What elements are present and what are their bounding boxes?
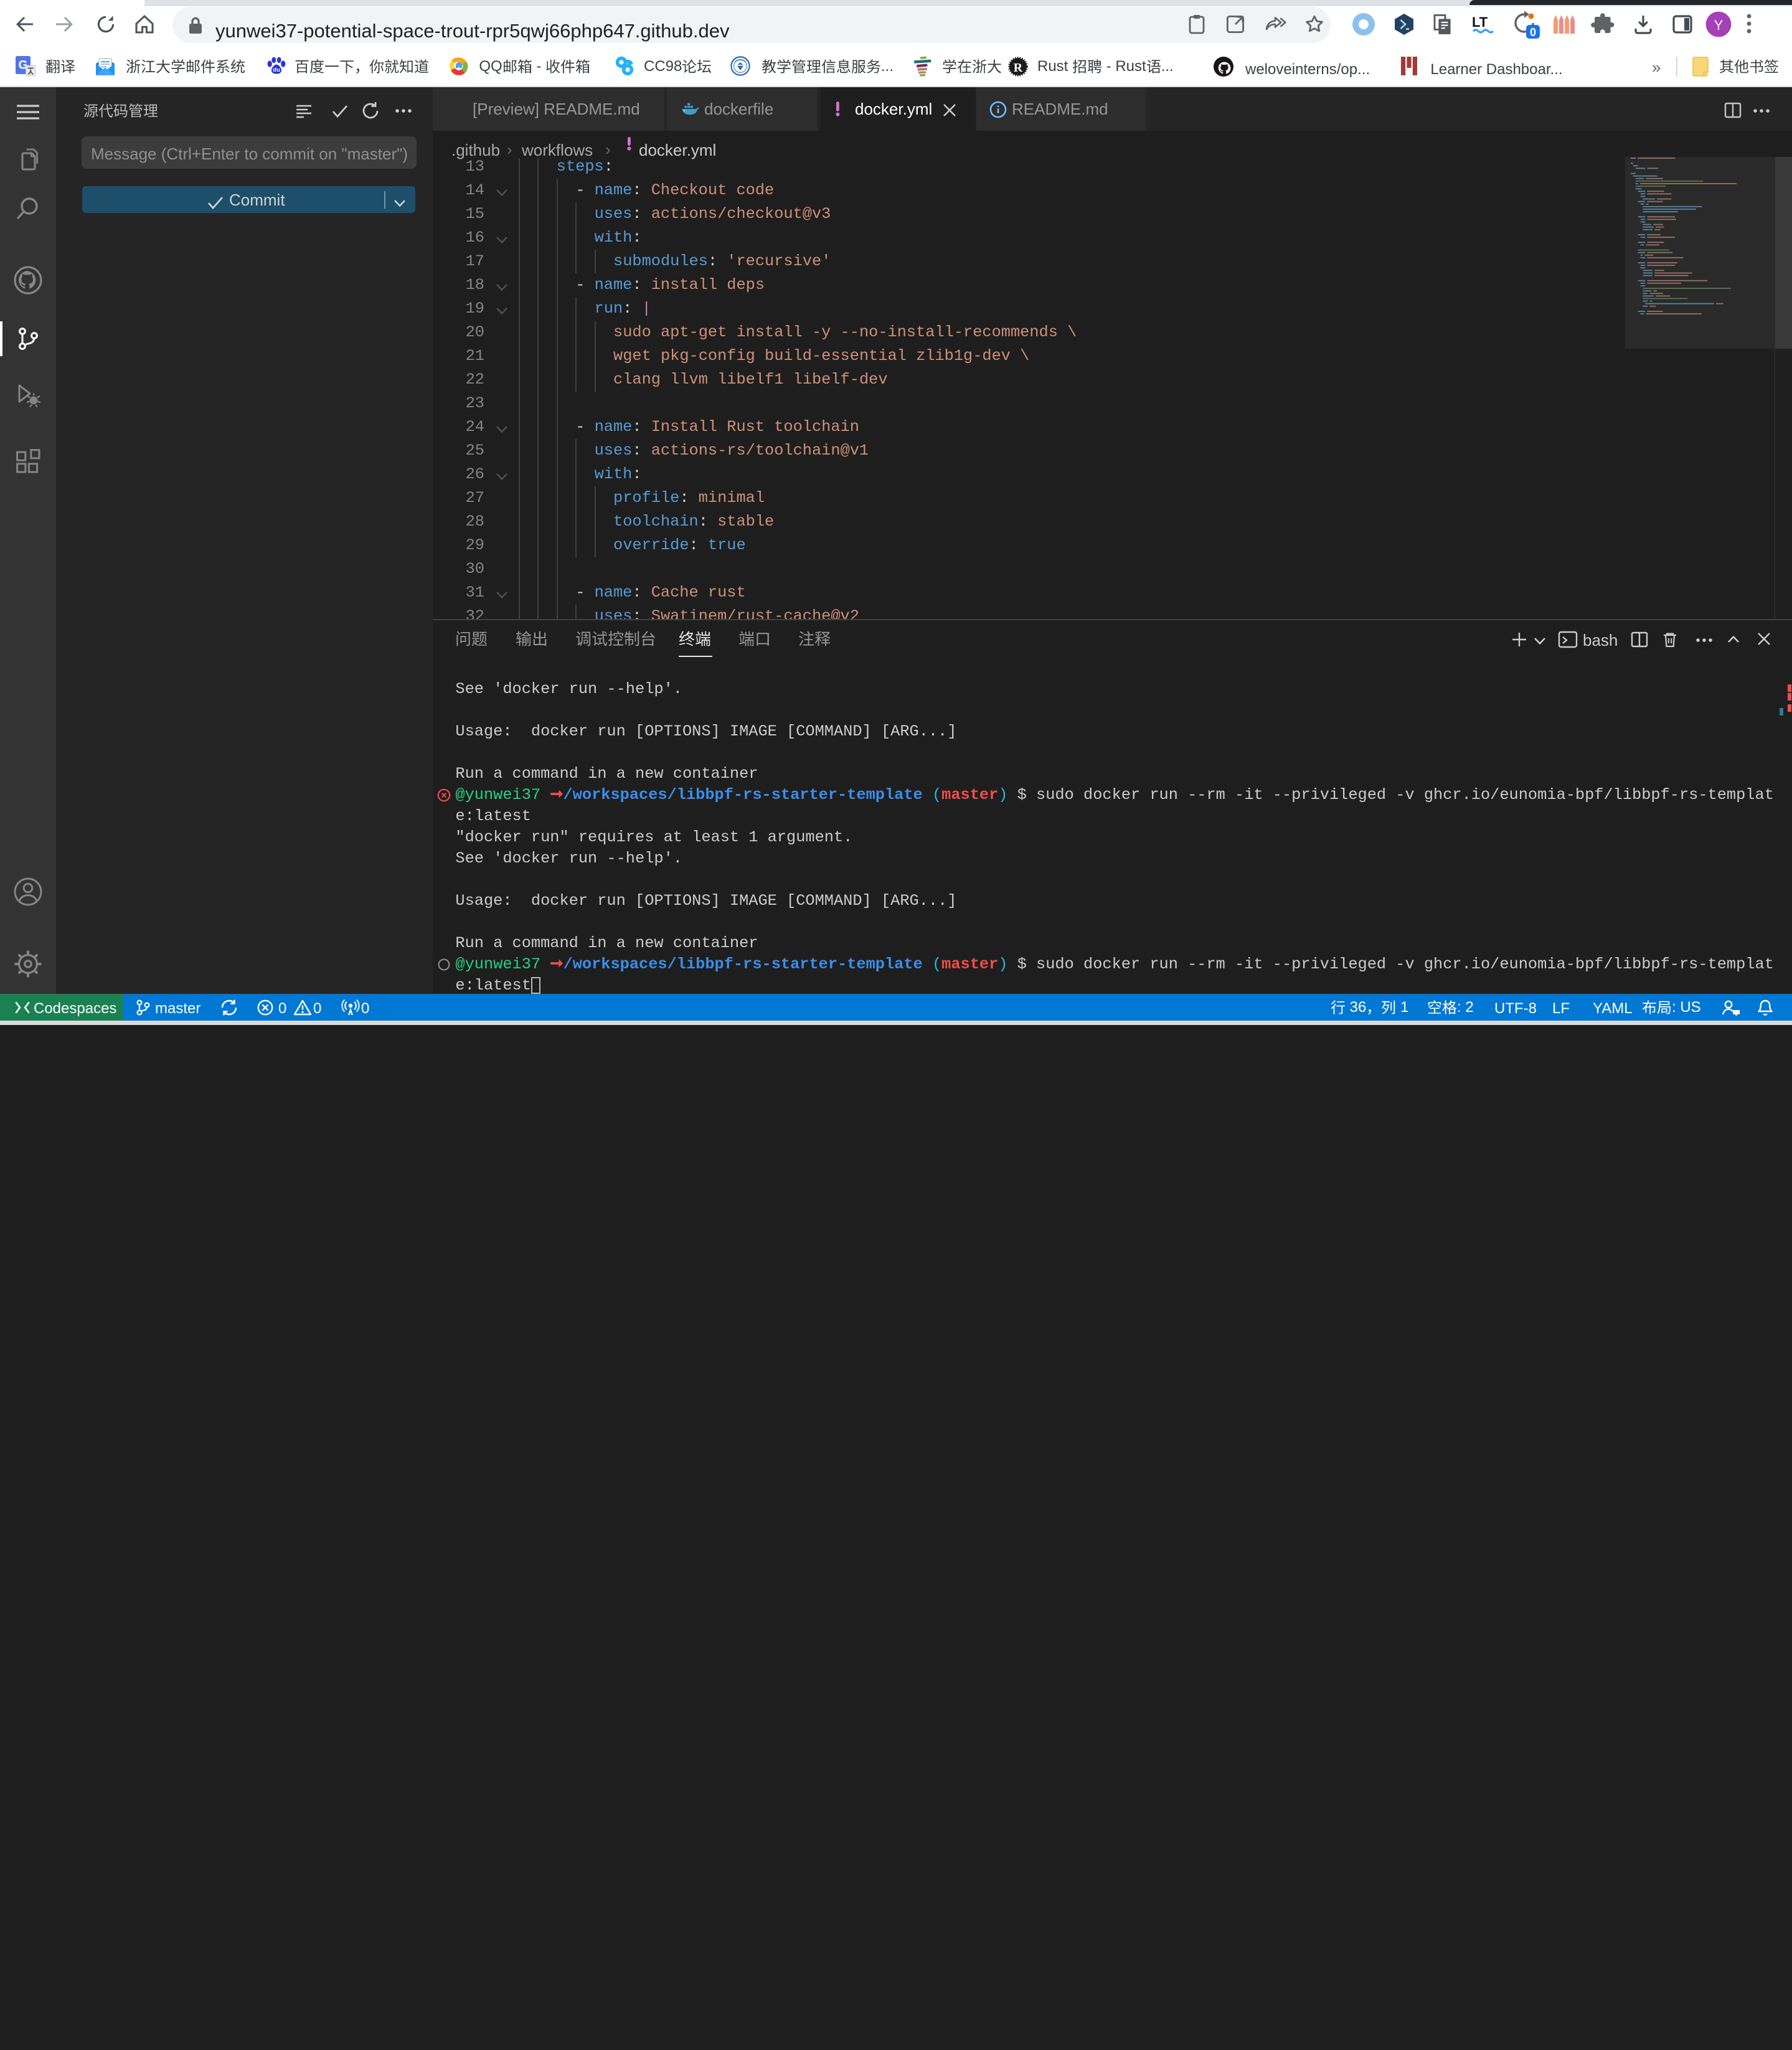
svg-text:Y: Y [1714, 17, 1724, 33]
svg-text:0: 0 [1530, 26, 1536, 39]
svg-text:du: du [273, 67, 280, 73]
svg-text:LT: LT [1472, 14, 1488, 30]
svg-text:R: R [1014, 61, 1023, 75]
